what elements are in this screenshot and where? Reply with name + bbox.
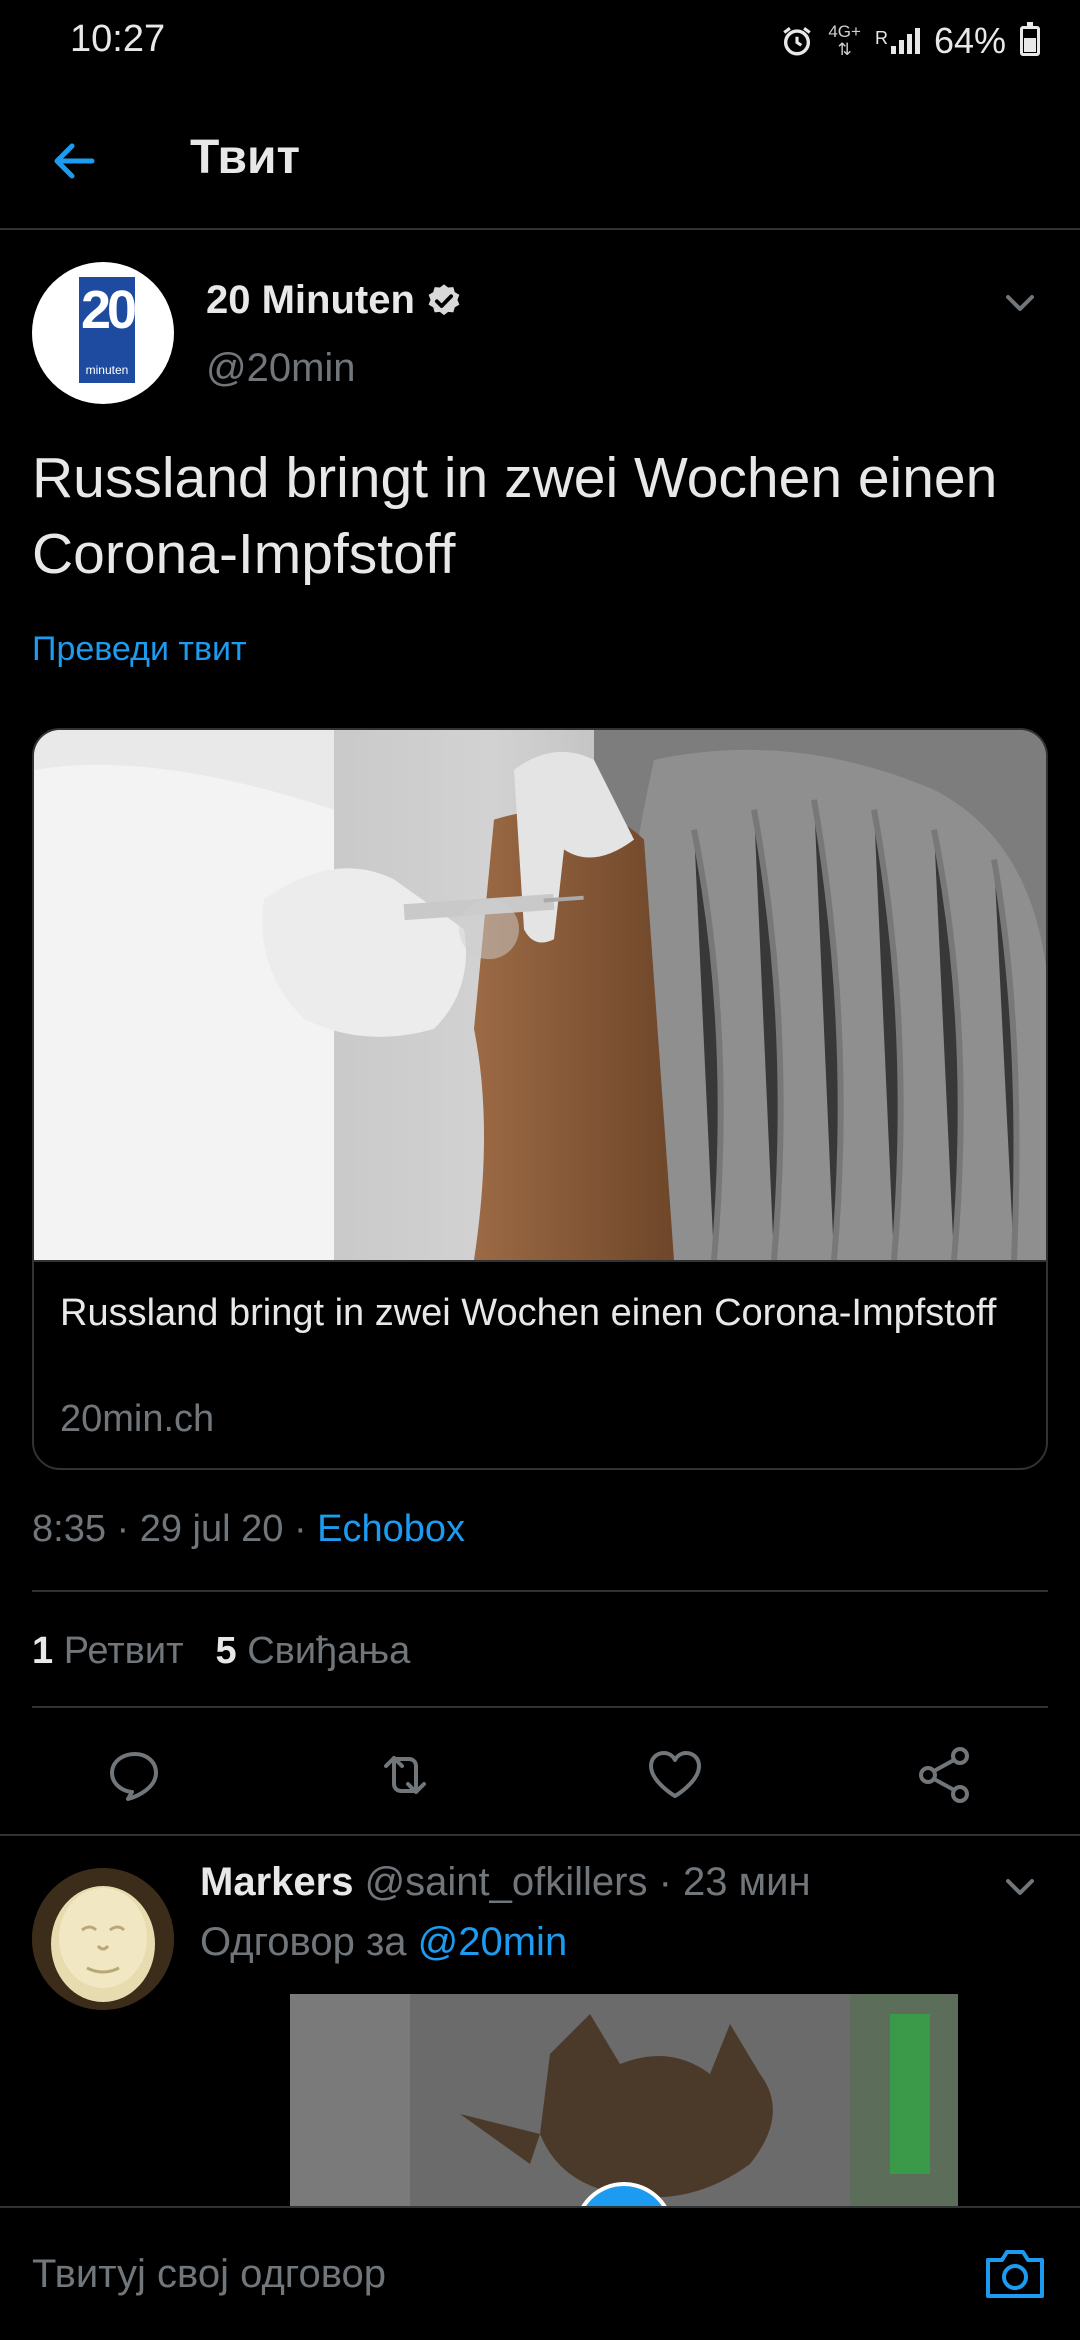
tweet-text: Russland bringt in zwei Wochen einen Cor…: [32, 446, 998, 586]
reply-icon[interactable]: [100, 1740, 170, 1810]
chevron-down-icon[interactable]: [1000, 1872, 1040, 1902]
tweet-source-link[interactable]: Echobox: [317, 1508, 465, 1550]
author-avatar[interactable]: 20 minuten: [32, 262, 174, 404]
like-heart-icon[interactable]: [640, 1740, 710, 1810]
reply-time: · 23 мин: [647, 1860, 811, 1904]
back-arrow-icon[interactable]: [40, 126, 110, 196]
alarm-icon: [783, 27, 812, 56]
share-icon[interactable]: [910, 1740, 980, 1810]
reply-media-image[interactable]: [290, 1994, 958, 2208]
reply-compose-bar: Твитуј свој одговор: [0, 2206, 1080, 2340]
page-title: Твит: [190, 131, 301, 184]
tweet-meta: 8:35 · 29 jul 20 · Echobox: [32, 1508, 465, 1551]
reply-avatar-image: [32, 1868, 174, 2010]
retweet-icon[interactable]: [370, 1740, 440, 1810]
author-handle[interactable]: @20min: [206, 346, 356, 391]
reply-input[interactable]: Твитуј свој одговор: [32, 2252, 386, 2297]
link-card[interactable]: Russland bringt in zwei Wochen einen Cor…: [32, 728, 1048, 1470]
battery-percent: 64%: [933, 20, 1006, 61]
20min-logo: 20 minuten: [76, 274, 138, 386]
camera-icon[interactable]: [980, 2244, 1050, 2304]
card-title: Russland bringt in zwei Wochen einen Cor…: [60, 1292, 997, 1334]
reply-header: Markers @saint_ofkillers · 23 мин: [200, 1860, 811, 1905]
battery-icon: [1020, 22, 1040, 56]
author-name[interactable]: 20 Minuten: [206, 278, 463, 323]
status-icons: 4G+ ⇅ R 64%: [780, 20, 1040, 62]
reply-author-name[interactable]: Markers: [200, 1860, 353, 1904]
section-divider: [0, 1834, 1080, 1836]
reply-author-handle[interactable]: @saint_ofkillers: [365, 1860, 648, 1904]
tweet-actions: [0, 1740, 1080, 1840]
chevron-down-icon[interactable]: [1000, 288, 1040, 318]
divider: [32, 1590, 1048, 1592]
card-domain: 20min.ch: [60, 1398, 215, 1440]
signal-icon: R: [875, 28, 920, 54]
likes-stat[interactable]: 5 Свиђања: [215, 1630, 410, 1673]
status-time: 10:27: [70, 18, 166, 60]
reply-author-avatar[interactable]: [32, 1868, 174, 2010]
translate-tweet-link[interactable]: Преведи твит: [32, 630, 247, 669]
verified-badge-icon: [428, 283, 460, 315]
tweet-timestamp: 8:35 · 29 jul 20 ·: [32, 1508, 318, 1550]
network-indicator: 4G+ ⇅: [828, 22, 861, 59]
divider: [32, 1706, 1048, 1708]
replying-to: Одговор за @20min: [200, 1920, 568, 1964]
tweet-stats: 1 Ретвит 5 Свиђања: [32, 1630, 410, 1673]
status-bar: 10:27 4G+ ⇅ R 64%: [0, 0, 1080, 90]
reply-mention-link[interactable]: @20min: [418, 1920, 568, 1964]
top-app-bar: Твит: [0, 90, 1080, 230]
retweets-stat[interactable]: 1 Ретвит: [32, 1630, 183, 1673]
card-image: [34, 730, 1046, 1262]
